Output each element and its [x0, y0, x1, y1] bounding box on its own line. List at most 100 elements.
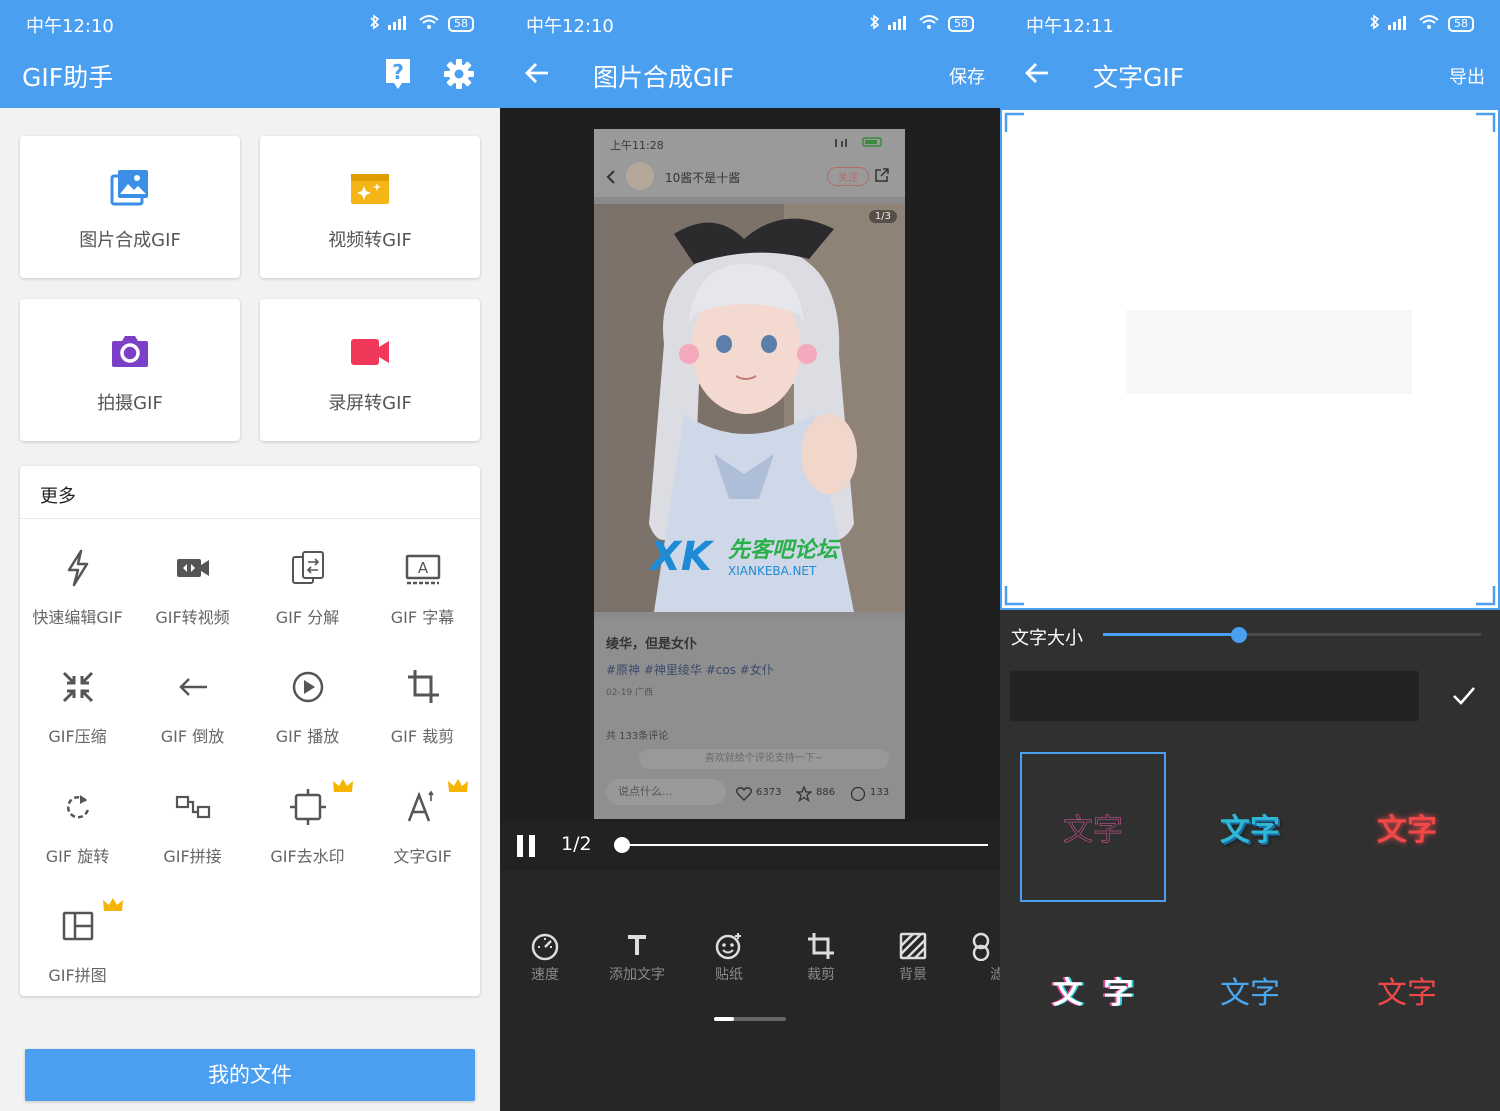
- lightning-icon: [60, 548, 96, 592]
- preview-username: 10酱不是十酱: [665, 171, 741, 185]
- my-files-button[interactable]: 我的文件: [25, 1049, 475, 1101]
- tool-add-text[interactable]: 添加文字: [602, 928, 672, 984]
- heart-icon: [736, 787, 752, 804]
- tool-gif-split[interactable]: GIF 分解: [250, 538, 365, 648]
- text-style-glitch[interactable]: 文 字: [1020, 915, 1166, 1065]
- wifi-icon: [918, 14, 940, 34]
- crown-icon: [102, 896, 124, 918]
- collage-icon: [60, 906, 96, 950]
- tool-gif-crop[interactable]: GIF 裁剪: [365, 657, 480, 767]
- tool-gif-join[interactable]: GIF拼接: [135, 777, 250, 887]
- subtitle-icon: A: [405, 548, 441, 592]
- export-button[interactable]: 导出: [1449, 63, 1485, 89]
- text-size-label: 文字大小: [1011, 628, 1083, 649]
- tool-gif-play[interactable]: GIF 播放: [250, 657, 365, 767]
- preview-tags: #原神 #神里绫华 #cos #女仆: [606, 663, 774, 677]
- tile-screen-record-to-gif[interactable]: 录屏转GIF: [260, 299, 480, 441]
- preview-time: 上午11:28: [610, 139, 664, 152]
- text-canvas[interactable]: [1000, 108, 1500, 610]
- tool-background[interactable]: 背景: [878, 928, 948, 984]
- tool-gif-remove-watermark[interactable]: GIF去水印: [250, 777, 365, 887]
- text-style-red[interactable]: 文字: [1334, 915, 1480, 1065]
- preview-page-indicator: 1/3: [868, 210, 897, 223]
- text-placeholder-box[interactable]: [1126, 310, 1412, 394]
- help-icon[interactable]: ?: [384, 57, 412, 95]
- app-bar: GIF助手 ?: [0, 46, 500, 108]
- watermark-url: XIANKEBA.NET: [728, 564, 817, 578]
- more-tools-card: 更多 快速编辑GIF GIF转视频 GIF 分解 A GIF 字幕 GIF压缩 …: [20, 466, 480, 996]
- status-bar: 中午12:11 58: [1000, 0, 1500, 46]
- tool-quick-edit[interactable]: 快速编辑GIF: [20, 538, 135, 648]
- preview-status-icons: [833, 137, 893, 147]
- tool-crop[interactable]: 裁剪: [786, 928, 856, 984]
- tool-speed[interactable]: 速度: [510, 928, 580, 984]
- back-arrow-icon[interactable]: [522, 56, 552, 94]
- bluetooth-icon: [370, 14, 380, 34]
- gif-preview: 上午11:28 10酱不是十酱 关注 1/3 XK 先客吧论坛 XIANKEBA…: [594, 129, 905, 819]
- preview-follow-button: 关注: [827, 167, 869, 186]
- checkmark-icon[interactable]: [1451, 684, 1477, 712]
- watermark-site-name: 先客吧论坛: [728, 538, 839, 563]
- frame-slider-thumb[interactable]: [614, 837, 630, 853]
- split-icon: [290, 548, 326, 592]
- tool-gif-reverse[interactable]: GIF 倒放: [135, 657, 250, 767]
- frame-counter: 1/2: [561, 833, 592, 855]
- text-gif-editor: 中午12:11 58 文字GIF 导出 文字大小 文字 文字 文字 文 字 文字…: [1000, 0, 1500, 1111]
- gear-icon[interactable]: [443, 58, 475, 94]
- tool-gif-to-video[interactable]: GIF转视频: [135, 538, 250, 648]
- preview-stars: 886: [816, 787, 836, 798]
- text-style-pink-outline[interactable]: 文字: [1020, 752, 1166, 902]
- text-size-slider-thumb[interactable]: [1231, 627, 1248, 643]
- tool-gif-rotate[interactable]: GIF 旋转: [20, 777, 135, 887]
- tile-images-to-gif[interactable]: 图片合成GIF: [20, 136, 240, 278]
- tool-sticker[interactable]: 贴纸: [694, 928, 764, 984]
- tile-shoot-gif[interactable]: 拍摄GIF: [20, 299, 240, 441]
- record-icon: [350, 331, 390, 375]
- tool-gif-collage[interactable]: GIF拼图: [20, 896, 135, 1006]
- background-icon: [878, 928, 948, 964]
- battery-icon: 58: [948, 16, 974, 32]
- images-to-gif-editor: 中午12:10 58 图片合成GIF 保存 上午11:28 10酱不是十酱 关注: [500, 0, 1000, 1111]
- tool-text-gif[interactable]: 文字GIF: [365, 777, 480, 887]
- comment-icon: [850, 786, 866, 805]
- preview-share-icon: [874, 167, 890, 186]
- status-time: 中午12:11: [1026, 16, 1114, 37]
- tool-gif-compress[interactable]: GIF压缩: [20, 657, 135, 767]
- crop-icon: [786, 928, 856, 964]
- signal-icon: [1388, 14, 1410, 34]
- back-arrow-icon[interactable]: [1022, 56, 1052, 94]
- text-size-slider-track[interactable]: [1103, 633, 1481, 636]
- save-button[interactable]: 保存: [949, 63, 985, 89]
- text-style-cyan-3d[interactable]: 文字: [1177, 752, 1323, 902]
- tile-video-to-gif[interactable]: 视频转GIF: [260, 136, 480, 278]
- frame-slider-track[interactable]: [622, 844, 988, 846]
- svg-text:?: ?: [392, 60, 404, 84]
- preview-avatar: [626, 162, 654, 190]
- text-style-blue[interactable]: 文字: [1177, 915, 1323, 1065]
- pause-icon[interactable]: [514, 834, 538, 862]
- status-time: 中午12:10: [526, 16, 614, 37]
- watermark-remove-icon: [290, 787, 326, 831]
- tool-filter[interactable]: 滤: [966, 928, 1000, 984]
- page-title: 文字GIF: [1093, 63, 1185, 92]
- tool-gif-subtitle[interactable]: A GIF 字幕: [365, 538, 480, 648]
- battery-icon: 58: [448, 16, 474, 32]
- toolbar-scroll-indicator: [714, 1017, 786, 1021]
- status-bar: 中午12:10 58: [0, 0, 500, 46]
- preview-comment-count: 共 133条评论: [606, 731, 669, 742]
- compress-icon: [60, 667, 96, 711]
- text-input[interactable]: [1010, 671, 1419, 721]
- edit-toolbar: 速度 添加文字 贴纸 裁剪 背景 滤: [500, 870, 1000, 1111]
- text-t-icon: [602, 928, 672, 964]
- image-icon: [110, 168, 150, 212]
- gif-helper-home: 中午12:10 58 GIF助手 ? 图片合成GIF 视频转GIF 拍摄GIF …: [0, 0, 500, 1111]
- bluetooth-icon: [870, 14, 880, 34]
- rotate-icon: [60, 787, 96, 831]
- preview-photo: 1/3 XK 先客吧论坛 XIANKEBA.NET: [594, 204, 905, 612]
- crown-icon: [332, 777, 354, 799]
- more-title: 更多: [40, 486, 76, 507]
- text-style-red-glow[interactable]: 文字: [1334, 752, 1480, 902]
- svg-text:A: A: [418, 559, 429, 577]
- filter-icon: [966, 928, 1000, 964]
- site-watermark: XK 先客吧论坛 XIANKEBA.NET: [644, 524, 904, 584]
